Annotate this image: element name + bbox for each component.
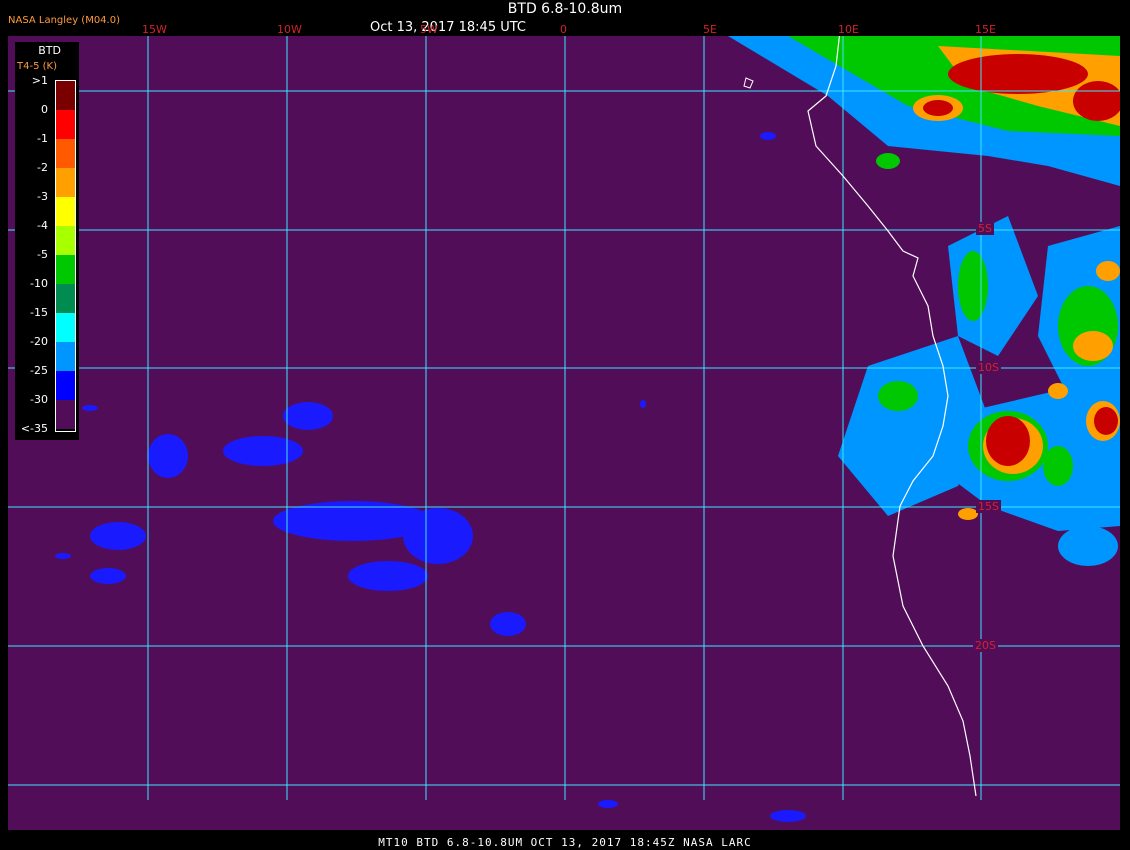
- legend-tick-label: -20: [30, 335, 48, 348]
- lat-label-20s: 20S: [973, 639, 998, 652]
- lon-label-5e: 5E: [703, 23, 717, 36]
- legend-swatch: [56, 255, 75, 284]
- legend-tick-label: -15: [30, 306, 48, 319]
- legend-colorbar: [55, 80, 76, 432]
- lat-label-10s: 10S: [976, 361, 1001, 374]
- legend-swatch: [56, 197, 75, 226]
- legend-swatch: [56, 342, 75, 371]
- legend-swatch: [56, 226, 75, 255]
- footer-bar: MT10 BTD 6.8-10.8UM OCT 13, 2017 18:45Z …: [0, 830, 1130, 850]
- legend-subtitle: T4-5 (K): [17, 61, 57, 72]
- island-outline: [743, 77, 754, 89]
- product-title: BTD 6.8-10.8um: [507, 1, 623, 17]
- footer-caption: MT10 BTD 6.8-10.8UM OCT 13, 2017 18:45Z …: [378, 836, 752, 849]
- lat-label-15s: 15S: [976, 500, 1001, 513]
- legend-tick-label: -1: [37, 132, 48, 145]
- cloud-cells-convective: [728, 36, 1120, 566]
- legend-tick-label: >1: [31, 74, 48, 87]
- legend-swatch: [56, 284, 75, 313]
- lon-label-10w: 10W: [277, 23, 302, 36]
- lat-label-5s: 5S: [976, 222, 994, 235]
- legend-swatch: [56, 400, 75, 429]
- legend-title: BTD: [38, 44, 61, 57]
- legend-swatch: [56, 371, 75, 400]
- datetime-label: Oct 13, 2017 18:45 UTC: [370, 20, 526, 35]
- legend-tick-label: -4: [37, 219, 48, 232]
- legend-tick-label: -30: [30, 393, 48, 406]
- lon-label-10e: 10E: [838, 23, 859, 36]
- legend-tick-label: -10: [30, 277, 48, 290]
- legend-swatch: [56, 81, 75, 110]
- legend-tick-label: -5: [37, 248, 48, 261]
- legend-tick-label: -3: [37, 190, 48, 203]
- legend-swatch: [56, 139, 75, 168]
- satellite-map[interactable]: [8, 36, 1120, 830]
- cloud-cells-blue: [55, 132, 806, 822]
- legend-tick-label: -2: [37, 161, 48, 174]
- legend-tick-label: -25: [30, 364, 48, 377]
- lon-label-0: 0: [560, 23, 567, 36]
- lon-label-15e: 15E: [975, 23, 996, 36]
- lon-label-5w: 5W: [420, 23, 438, 36]
- lon-label-15w: 15W: [142, 23, 167, 36]
- legend-swatch: [56, 313, 75, 342]
- map-canvas: [8, 36, 1120, 822]
- legend-tick-label: 0: [41, 103, 48, 116]
- legend-swatch: [56, 168, 75, 197]
- color-legend: BTD T4-5 (K) >1 0 -1 -2 -3 -4 -5 -10 -15 -20 -25 -3…: [15, 42, 79, 440]
- legend-swatch: [56, 110, 75, 139]
- legend-tick-label: <-35: [20, 422, 48, 435]
